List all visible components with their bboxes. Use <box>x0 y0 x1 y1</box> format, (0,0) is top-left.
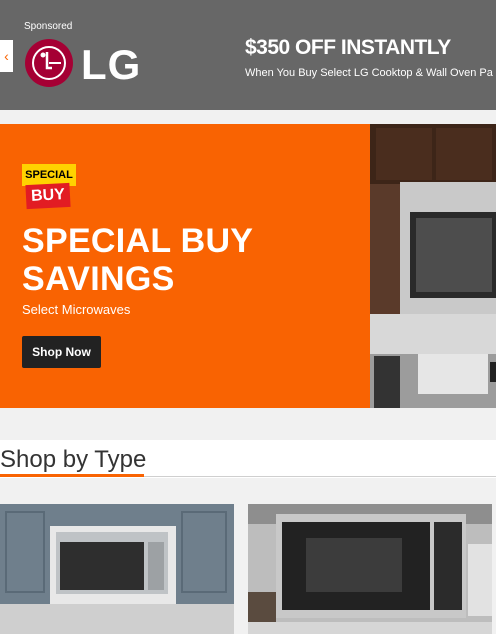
special-buy-badge: SPECIAL BUY <box>22 164 76 210</box>
countertop-microwave-image <box>248 504 492 634</box>
hero-subtitle: Select Microwaves <box>22 302 131 317</box>
kitchen-microwave-photo <box>370 124 496 408</box>
over-the-range-microwave-tile[interactable] <box>0 504 234 634</box>
badge-buy-text: BUY <box>25 182 71 210</box>
shop-by-type-title: Shop by Type <box>0 446 147 473</box>
countertop-microwave-tile[interactable] <box>248 504 492 634</box>
sponsored-label: Sponsored <box>24 21 73 32</box>
chevron-left-icon[interactable]: ‹ <box>0 40 13 72</box>
section-accent-underline <box>0 474 144 477</box>
shop-now-button[interactable]: Shop Now <box>22 336 101 368</box>
special-buy-hero[interactable]: SPECIAL BUY SPECIAL BUY SAVINGS Select M… <box>0 124 496 408</box>
hero-title-line1: SPECIAL BUY <box>22 222 254 260</box>
lg-logo-icon <box>25 39 73 87</box>
lg-wordmark: LG <box>81 41 142 88</box>
sponsored-lg-banner[interactable]: Sponsored ‹ LG $350 OFF INSTANTLY When Y… <box>0 0 496 110</box>
offer-headline: $350 OFF INSTANTLY <box>245 36 451 59</box>
hero-title: SPECIAL BUY SAVINGS <box>22 222 352 298</box>
offer-subline: When You Buy Select LG Cooktop & Wall Ov… <box>245 67 493 79</box>
hero-title-line2: SAVINGS <box>22 260 175 298</box>
over-the-range-microwave-image <box>0 504 234 634</box>
